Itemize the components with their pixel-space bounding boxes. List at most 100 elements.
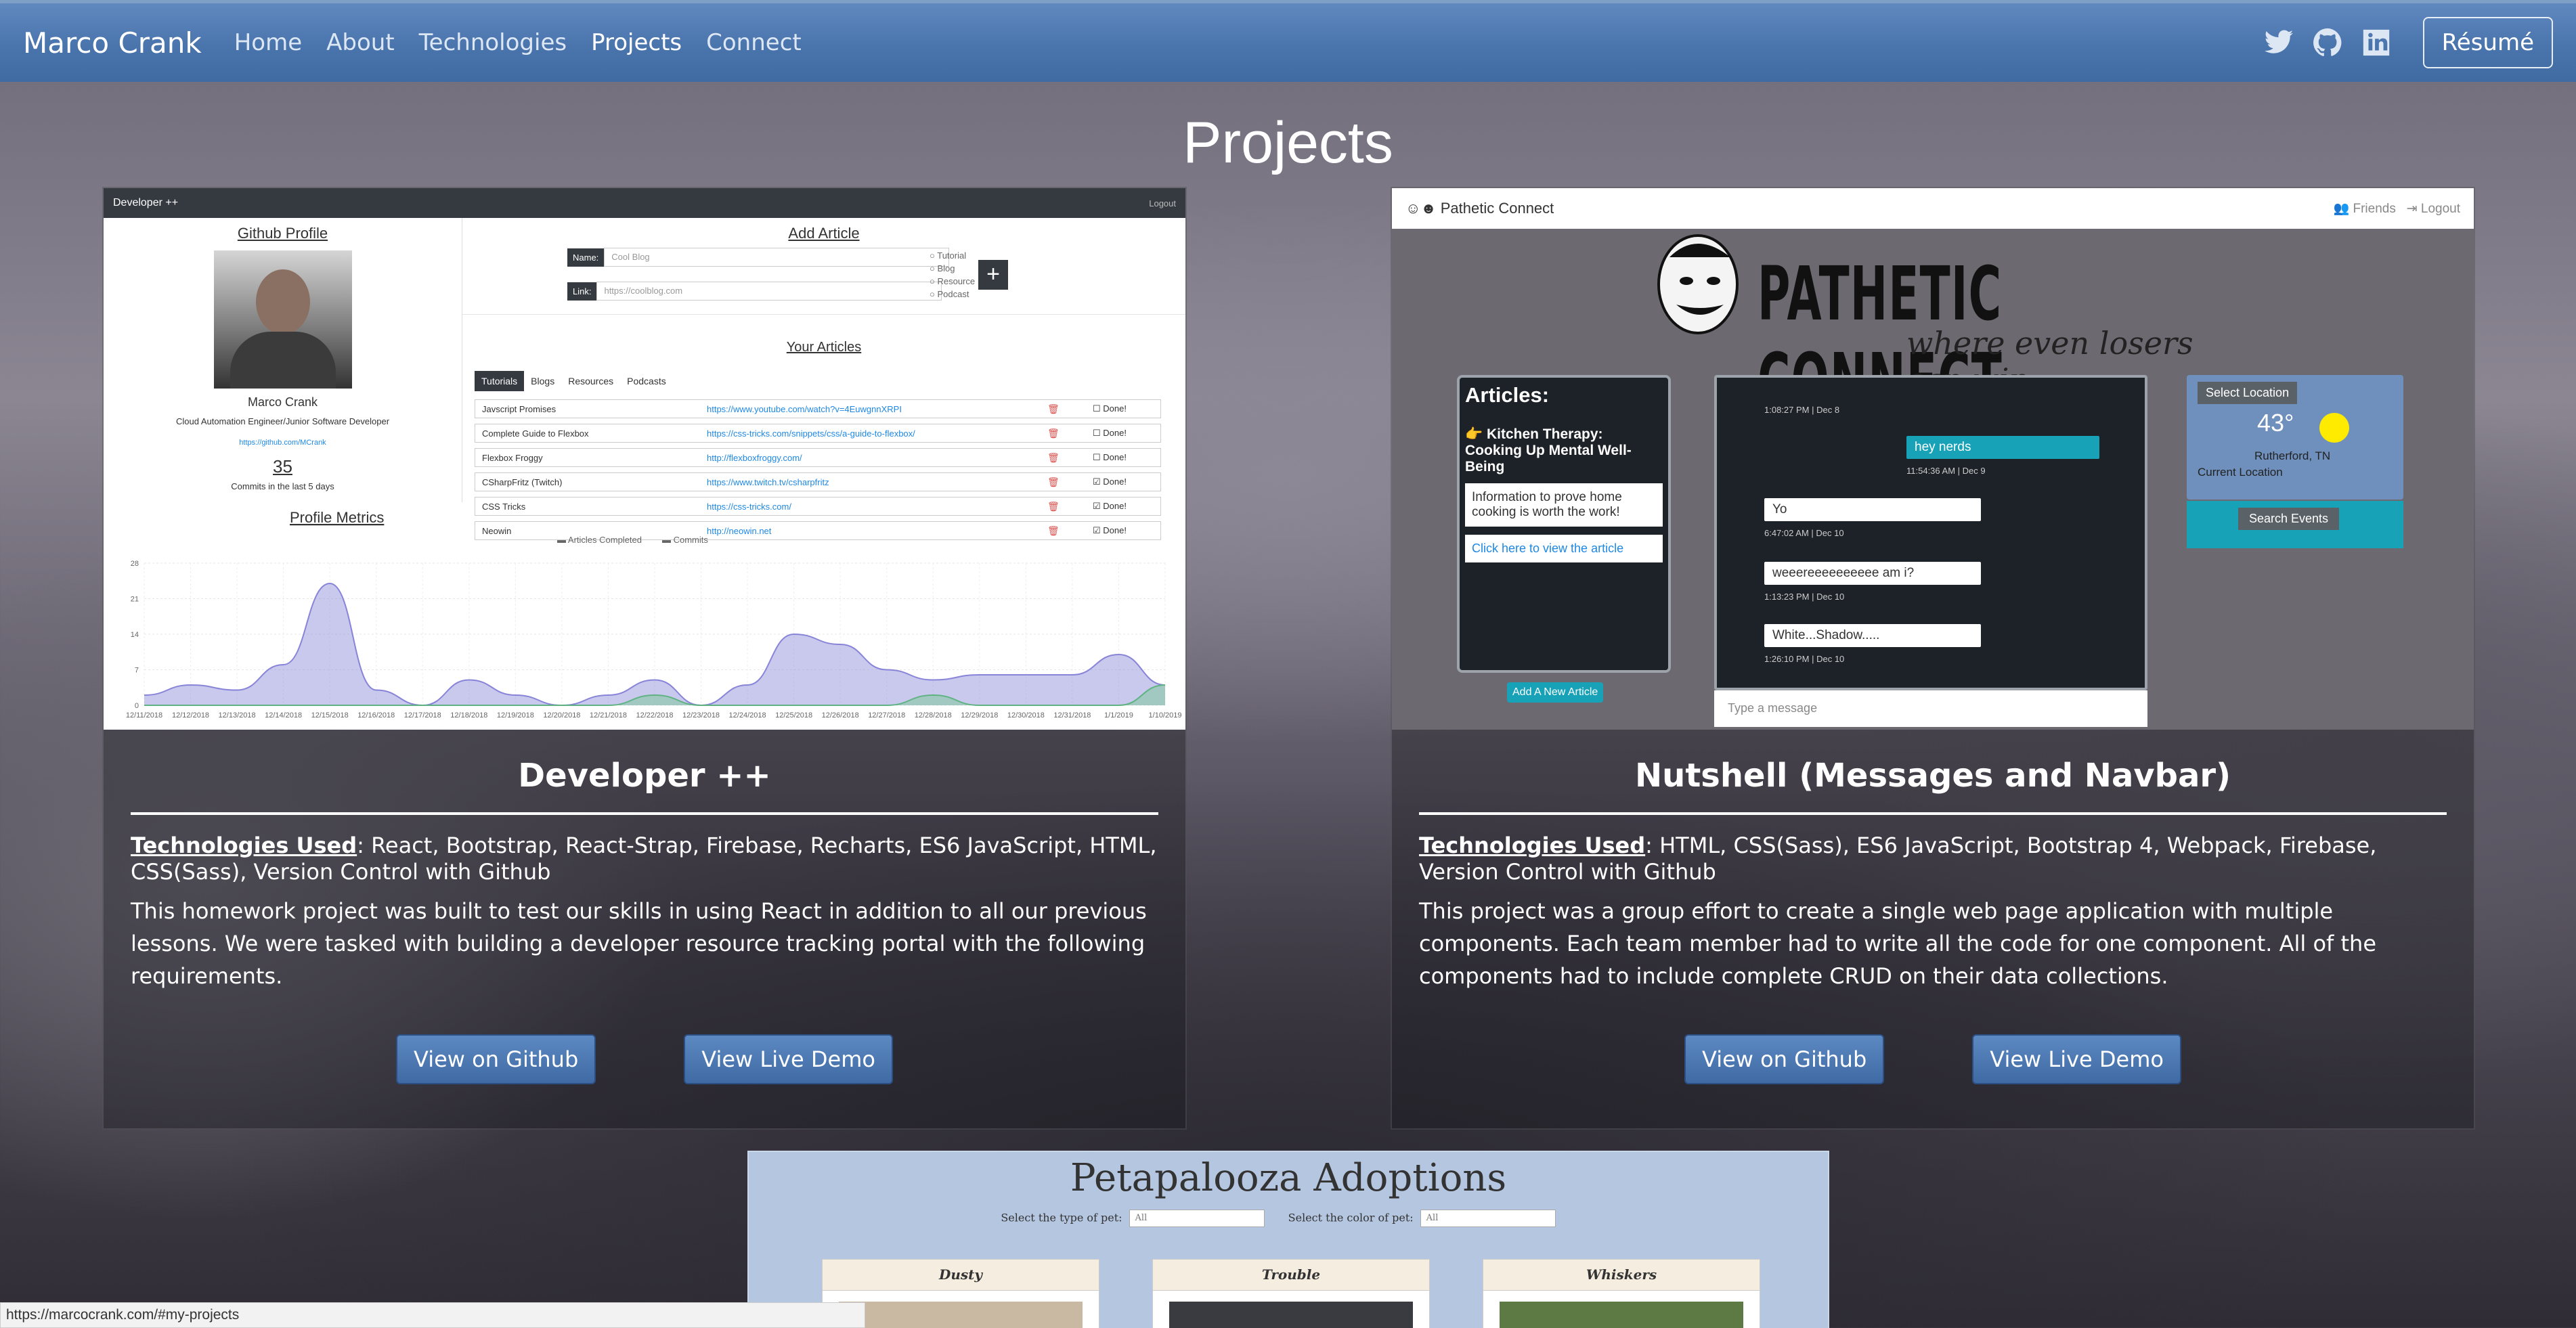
dev-tab: Resources (568, 376, 614, 386)
brand-link[interactable]: Marco Crank (23, 26, 202, 60)
x-tick-label: 12/26/2018 (822, 711, 859, 720)
x-tick-label: 1/10/2019 (1149, 711, 1182, 720)
browser-status-url: https://marcocrank.com/#my-projects (0, 1302, 865, 1328)
x-tick-label: 12/24/2018 (729, 711, 766, 720)
article-title: 👉 Kitchen Therapy: Cooking Up Mental Wel… (1465, 426, 1632, 474)
done-checkbox: ☑ Done! (1093, 477, 1127, 487)
nutshell-brand: ☺☻ Pathetic Connect (1405, 200, 1554, 217)
nav-technologies[interactable]: Technologies (419, 29, 567, 56)
avatar (213, 250, 352, 389)
dev-add-article: Add Article (788, 225, 860, 242)
dev-radio: ○ Blog (930, 263, 955, 273)
x-tick-label: 12/19/2018 (497, 711, 534, 720)
article-name: Javscript Promises (482, 403, 556, 414)
legend-commits: ▬ Commits (662, 535, 708, 545)
dev-link-label: Link: (567, 282, 597, 301)
nav-about[interactable]: About (326, 29, 395, 56)
twitter-icon[interactable] (2263, 27, 2294, 58)
weather-panel: Select Location 43° Rutherford, TN Curre… (2187, 375, 2403, 500)
pet-photo (1500, 1302, 1743, 1328)
dev-tab: Podcasts (627, 376, 666, 386)
article-url: https://css-tricks.com/snippets/css/a-gu… (707, 428, 915, 439)
temperature: 43° (2257, 409, 2294, 437)
x-tick-label: 12/13/2018 (219, 711, 256, 720)
x-tick-label: 12/12/2018 (172, 711, 209, 720)
message-input: Type a message (1714, 690, 2147, 727)
nav-right: Résumé (2246, 17, 2553, 68)
developer-screenshot: Developer ++ Logout Github Profile Marco … (104, 188, 1185, 730)
msg-time: 1:08:27 PM | Dec 8 (1764, 405, 1840, 415)
msg-bubble: weeereeeeeeeeee am i? (1764, 562, 1981, 585)
article-url: https://www.twitch.tv/csharpfritz (707, 477, 829, 487)
tech-label: Technologies Used (1419, 833, 1646, 858)
github-button[interactable]: View on Github (396, 1034, 596, 1084)
current-location: Current Location (2198, 466, 2283, 479)
pet-name: Whiskers (1483, 1260, 1760, 1291)
dev-name-input: Cool Blog (604, 248, 950, 267)
dev-name: Marco Crank (247, 395, 318, 409)
card-body: Nutshell (Messages and Navbar) Technolog… (1419, 730, 2447, 992)
github-icon[interactable] (2312, 27, 2343, 58)
dev-name-label: Name: (567, 248, 605, 267)
dev-tabs: Tutorials Blogs Resources Podcasts (475, 371, 673, 391)
x-tick-label: 12/25/2018 (775, 711, 812, 720)
project-card-developer: Developer ++ Logout Github Profile Marco … (102, 187, 1187, 1130)
dev-link-input: https://coolblog.com (596, 282, 942, 301)
messages-panel: 1:08:27 PM | Dec 8 hey nerds 11:54:36 AM… (1714, 375, 2147, 690)
nav-connect[interactable]: Connect (706, 29, 802, 56)
tech-used: Technologies Used: React, Bootstrap, Rea… (131, 833, 1157, 885)
trash-icon: 🗑 (1047, 476, 1060, 487)
pet-filters: Select the type of pet: All Select the co… (749, 1210, 1828, 1227)
y-tick-label: 14 (131, 631, 139, 639)
dev-radio: ○ Tutorial (930, 250, 967, 261)
card-buttons: View on Github View Live Demo (1392, 1034, 2474, 1084)
nav-projects[interactable]: Projects (591, 29, 682, 56)
events-panel: Search Events (2187, 501, 2403, 548)
dev-tab: Blogs (531, 376, 555, 386)
article-name: Complete Guide to Flexbox (482, 428, 589, 439)
resume-button[interactable]: Résumé (2422, 17, 2553, 68)
x-tick-label: 12/14/2018 (265, 711, 302, 720)
live-demo-button[interactable]: View Live Demo (684, 1034, 893, 1084)
card-buttons: View on Github View Live Demo (104, 1034, 1185, 1084)
article-synopsis: Information to prove home cooking is wor… (1465, 483, 1663, 527)
dev-commits: 35 (273, 456, 292, 477)
article-url: https://www.youtube.com/watch?v=4EuwgnnX… (707, 403, 902, 414)
pet-type-label: Select the type of pet: (1001, 1211, 1122, 1224)
msg-bubble: White...Shadow..... (1764, 624, 1981, 647)
x-tick-label: 1/1/2019 (1104, 711, 1133, 720)
pet-name: Dusty (823, 1260, 1099, 1291)
y-tick-label: 0 (135, 702, 139, 710)
x-tick-label: 12/31/2018 (1053, 711, 1091, 720)
msg-bubble: hey nerds (1906, 436, 2099, 459)
pet-type-select: All (1129, 1210, 1265, 1227)
dev-your-articles: Your Articles (786, 340, 862, 355)
dev-type-radios: ○ Tutorial ○ Blog ○ Resource ○ Podcast (930, 249, 975, 301)
linkedin-icon[interactable] (2361, 27, 2392, 58)
msg-time: 6:47:02 AM | Dec 10 (1764, 528, 1844, 538)
dev-brand: Developer ++ (113, 197, 179, 208)
navbar: Marco Crank Home About Technologies Proj… (0, 0, 2576, 82)
article-name: CSharpFritz (Twitch) (482, 477, 563, 487)
x-tick-label: 12/18/2018 (450, 711, 487, 720)
articles-panel: Articles: 👉 Kitchen Therapy: Cooking Up … (1457, 375, 1671, 673)
pet-name: Trouble (1153, 1260, 1429, 1291)
card-body: Developer ++ Technologies Used: React, B… (131, 730, 1158, 992)
petapalooza-title: Petapalooza Adoptions (1070, 1156, 1507, 1200)
nav-home[interactable]: Home (234, 29, 302, 56)
nutshell-navbar: ☺☻ Pathetic Connect 👥 Friends ⇥ Logout (1392, 188, 2474, 229)
live-demo-button[interactable]: View Live Demo (1972, 1034, 2181, 1084)
pet-photo (1169, 1302, 1413, 1328)
github-button[interactable]: View on Github (1684, 1034, 1885, 1084)
dev-radio: ○ Podcast (930, 289, 969, 299)
x-tick-label: 12/22/2018 (636, 711, 673, 720)
x-tick-label: 12/21/2018 (590, 711, 627, 720)
article-name: Flexbox Froggy (482, 452, 543, 463)
x-tick-label: 12/28/2018 (915, 711, 952, 720)
metrics-title: Profile Metrics (290, 509, 384, 526)
pet-photo (839, 1302, 1083, 1328)
page-title: Projects (1183, 110, 1393, 175)
msg-time: 1:26:10 PM | Dec 10 (1764, 654, 1845, 664)
msg-bubble: Yo (1764, 498, 1981, 521)
pet-card: Whiskers (1483, 1259, 1760, 1328)
